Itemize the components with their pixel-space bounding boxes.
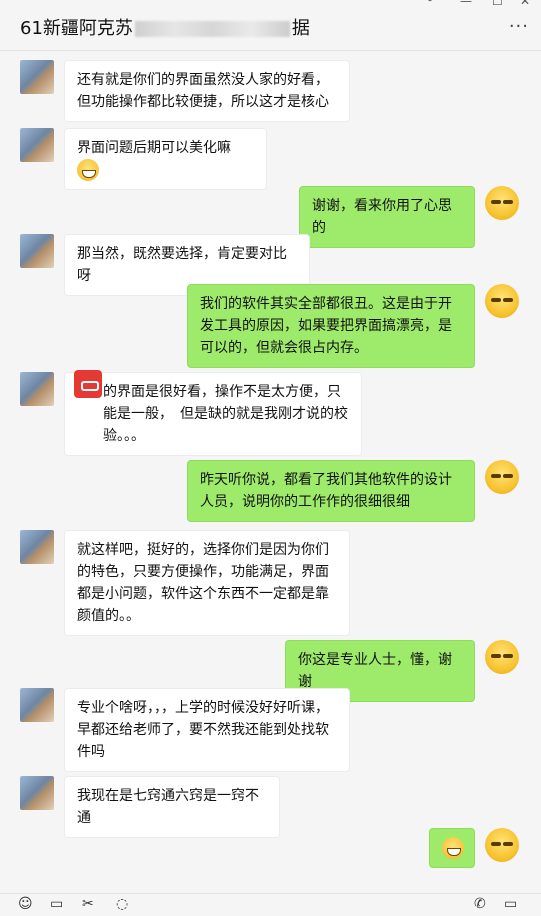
avatar[interactable] [485, 828, 519, 862]
scissors-icon[interactable]: ✂ [82, 896, 94, 912]
avatar[interactable] [20, 530, 54, 564]
avatar[interactable] [20, 688, 54, 722]
avatar[interactable] [20, 128, 54, 162]
message-text: 昨天听你说，都看了我们其他软件的设计人员，说明你的工作作的很细很细 [200, 472, 452, 510]
message-bubble[interactable] [429, 828, 475, 868]
input-toolbar: ☺ ▭ ✂ ◌ ✆ ▭ [0, 893, 541, 916]
emoji-icon[interactable]: ☺ [18, 896, 33, 912]
grin-emoji-icon [77, 159, 99, 181]
more-options-icon[interactable]: ··· [509, 16, 529, 37]
message-bubble[interactable]: 专业个啥呀，，，上学的时候没好好听课，早都还给老师了，要不然我还能到处找软件吗 [64, 688, 350, 772]
message-bubble[interactable]: 谢谢，看来你用了心思的 [299, 186, 475, 248]
close-icon[interactable]: ✕ [520, 0, 530, 8]
message-text: 的界面是很好看，操作不是太方便，只能是一般， 但是缺的就是我刚才说的校验。。。 [103, 384, 348, 444]
avatar[interactable] [485, 640, 519, 674]
avatar[interactable] [485, 460, 519, 494]
message-text: 我现在是七窍通六窍是一窍不通 [77, 788, 259, 826]
message-text: 专业个啥呀，，，上学的时候没好好听课，早都还给老师了，要不然我还能到处找软件吗 [77, 700, 329, 760]
video-icon[interactable]: ▭ [504, 896, 517, 912]
phone-icon[interactable]: ✆ [474, 896, 486, 912]
chat-header: 61新疆阿克苏 据 ﹀ — ☐ ✕ ··· [0, 0, 541, 51]
chat-title-suffix: 据 [291, 18, 310, 39]
avatar[interactable] [20, 372, 54, 406]
message-text: 你这是专业人士，懂，谢谢 [298, 652, 452, 690]
message-bubble[interactable]: 界面问题后期可以美化嘛 [64, 128, 267, 190]
chat-icon[interactable]: ◌ [116, 896, 128, 912]
chat-title-prefix: 61新疆阿克苏 [20, 18, 133, 39]
message-bubble[interactable]: 我们的软件其实全部都很丑。这是由于开发工具的原因，如果要把界面搞漂亮，是可以的，… [187, 284, 475, 368]
avatar[interactable] [485, 284, 519, 318]
message-bubble[interactable]: 的界面是很好看，操作不是太方便，只能是一般， 但是缺的就是我刚才说的校验。。。 [64, 372, 362, 456]
collapse-icon[interactable]: ﹀ [424, 0, 436, 11]
message-list: 还有就是你们的界面虽然没人家的好看，但功能操作都比较便捷，所以这才是核心 界面问… [0, 50, 541, 894]
message-bubble[interactable]: 我现在是七窍通六窍是一窍不通 [64, 776, 280, 838]
message-bubble[interactable]: 昨天听你说，都看了我们其他软件的设计人员，说明你的工作作的很细很细 [187, 460, 475, 522]
chat-title: 61新疆阿克苏 据 [20, 14, 310, 40]
minimize-icon[interactable]: — [460, 0, 472, 8]
sticker-icon [74, 370, 102, 398]
message-text: 界面问题后期可以美化嘛 [77, 140, 231, 156]
message-text: 谢谢，看来你用了心思的 [312, 198, 452, 236]
message-text: 那当然，既然要选择，肯定要对比呀 [77, 246, 287, 284]
redacted-title-part [134, 21, 290, 37]
message-text: 还有就是你们的界面虽然没人家的好看，但功能操作都比较便捷，所以这才是核心 [77, 72, 329, 110]
avatar[interactable] [20, 776, 54, 810]
message-bubble[interactable]: 还有就是你们的界面虽然没人家的好看，但功能操作都比较便捷，所以这才是核心 [64, 60, 350, 122]
maximize-icon[interactable]: ☐ [492, 0, 503, 8]
folder-icon[interactable]: ▭ [50, 896, 63, 912]
grin-emoji-icon [442, 837, 464, 859]
avatar[interactable] [20, 234, 54, 268]
avatar[interactable] [485, 186, 519, 220]
avatar[interactable] [20, 60, 54, 94]
message-bubble[interactable]: 就这样吧，挺好的，选择你们是因为你们的特色，只要方便操作，功能满足，界面都是小问… [64, 530, 350, 636]
message-text: 就这样吧，挺好的，选择你们是因为你们的特色，只要方便操作，功能满足，界面都是小问… [77, 542, 329, 624]
message-text: 我们的软件其实全部都很丑。这是由于开发工具的原因，如果要把界面搞漂亮，是可以的，… [200, 296, 452, 356]
